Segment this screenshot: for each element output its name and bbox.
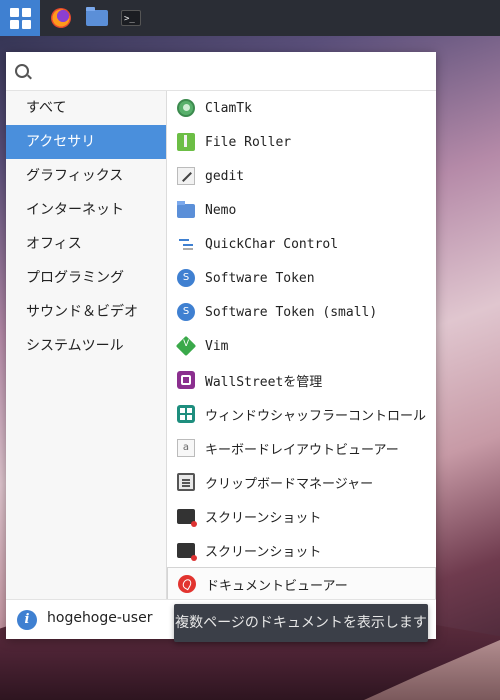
clipboard-icon (177, 473, 195, 491)
folder-icon (177, 201, 195, 218)
app-label: スクリーンショット (205, 544, 322, 560)
app-item-keyboard-layout-viewer[interactable]: a キーボードレイアウトビューアー (167, 431, 436, 465)
token-icon: S (177, 269, 195, 287)
app-label: ウィンドウシャッフラーコントロール (205, 408, 427, 424)
app-label: ドキュメントビューアー (206, 578, 348, 594)
app-label: キーボードレイアウトビューアー (205, 442, 399, 458)
app-item-file-roller[interactable]: File Roller (167, 125, 436, 159)
document-viewer-icon (178, 575, 196, 593)
terminal-launcher[interactable]: >_ (112, 0, 150, 36)
category-internet[interactable]: インターネット (6, 193, 166, 227)
app-item-quickchar-control[interactable]: QuickChar Control (167, 227, 436, 261)
clamtk-icon (177, 99, 195, 117)
category-sound-video[interactable]: サウンド＆ビデオ (6, 295, 166, 329)
screenshot-icon (177, 542, 197, 561)
app-item-screenshot[interactable]: スクリーンショット (167, 499, 436, 533)
category-all[interactable]: すべて (6, 91, 166, 125)
folder-icon (86, 7, 108, 26)
token-icon: S (177, 303, 195, 321)
category-system-tools[interactable]: システムツール (6, 329, 166, 363)
terminal-icon: >_ (121, 10, 141, 26)
app-item-document-viewer[interactable]: ドキュメントビューアー (167, 567, 436, 601)
application-menu: すべて アクセサリ グラフィックス インターネット オフィス プログラミング サ… (6, 52, 436, 639)
app-list: ClamTk File Roller gedit Nemo QuickChar … (167, 91, 436, 601)
wallpaper-icon (177, 371, 195, 389)
category-accessories[interactable]: アクセサリ (6, 125, 166, 159)
app-label: Software Token (small) (205, 304, 378, 320)
tooltip: 複数ページのドキュメントを表示します (174, 604, 428, 642)
app-label: File Roller (205, 134, 292, 150)
app-item-software-token[interactable]: S Software Token (167, 261, 436, 295)
category-office[interactable]: オフィス (6, 227, 166, 261)
app-label: gedit (205, 168, 245, 184)
app-label: クリップボードマネージャー (205, 476, 374, 492)
category-graphics[interactable]: グラフィックス (6, 159, 166, 193)
files-launcher[interactable] (78, 0, 116, 36)
app-item-clamtk[interactable]: ClamTk (167, 91, 436, 125)
apps-menu-button[interactable] (0, 0, 40, 36)
app-grid-icon (9, 7, 31, 29)
quickchar-icon (177, 235, 195, 253)
firefox-launcher[interactable] (42, 0, 80, 36)
text-editor-icon (177, 167, 195, 185)
search-input[interactable] (36, 58, 430, 86)
app-label: スクリーンショット (205, 510, 322, 526)
app-label: Nemo (205, 202, 237, 218)
category-list: すべて アクセサリ グラフィックス インターネット オフィス プログラミング サ… (6, 91, 167, 599)
app-label: ClamTk (205, 100, 252, 116)
category-programming[interactable]: プログラミング (6, 261, 166, 295)
firefox-icon (51, 8, 71, 28)
vim-icon (175, 335, 197, 357)
search-icon (15, 64, 29, 78)
window-shuffler-icon (177, 405, 195, 423)
archive-icon (177, 133, 195, 151)
app-label: Vim (205, 338, 229, 354)
app-item-wallstreet[interactable]: WallStreetを管理 (167, 363, 436, 397)
app-item-screenshot-2[interactable]: スクリーンショット (167, 533, 436, 567)
taskbar: >_ (0, 0, 500, 36)
app-label: Software Token (205, 270, 315, 286)
app-item-nemo[interactable]: Nemo (167, 193, 436, 227)
info-icon[interactable]: i (17, 610, 37, 630)
screenshot-icon (177, 508, 197, 527)
search-bar (6, 52, 436, 91)
app-item-gedit[interactable]: gedit (167, 159, 436, 193)
app-item-software-token-small[interactable]: S Software Token (small) (167, 295, 436, 329)
app-item-clipboard-manager[interactable]: クリップボードマネージャー (167, 465, 436, 499)
app-label: QuickChar Control (205, 236, 339, 252)
app-item-vim[interactable]: Vim (167, 329, 436, 363)
app-item-window-shuffler[interactable]: ウィンドウシャッフラーコントロール (167, 397, 436, 431)
keyboard-layout-icon: a (177, 439, 195, 457)
app-label: WallStreetを管理 (205, 374, 323, 390)
user-name: hogehoge-user (47, 610, 153, 626)
